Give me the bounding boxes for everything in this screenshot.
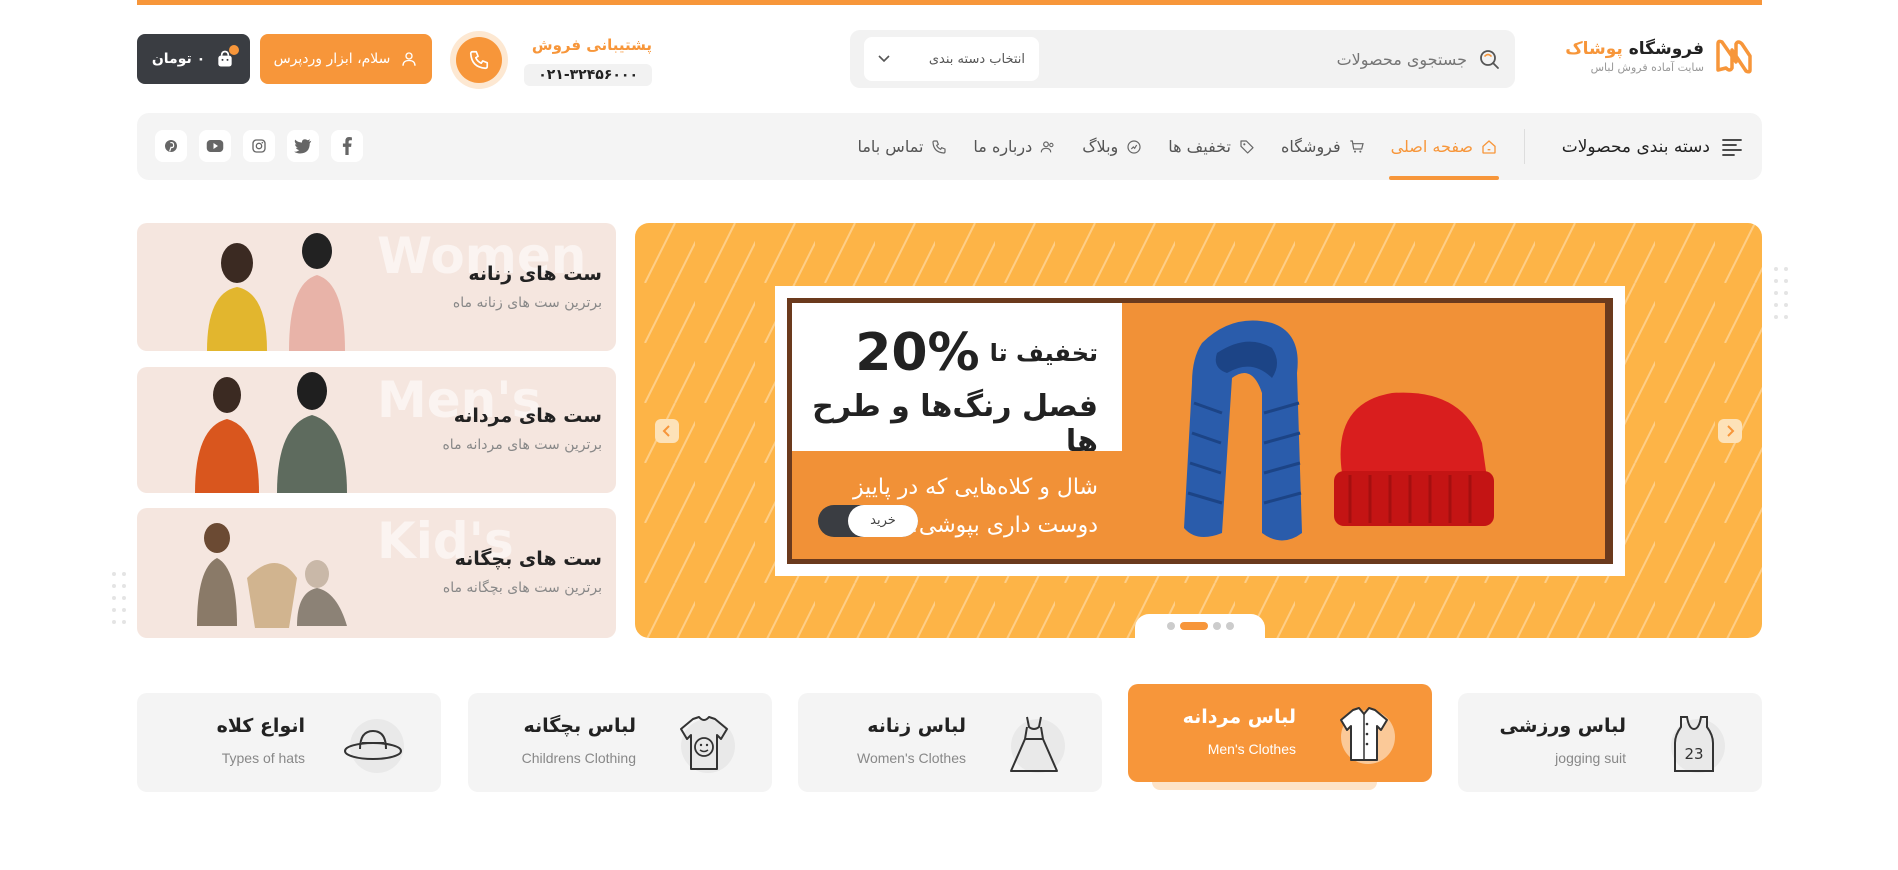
chevron-right-icon bbox=[1727, 425, 1735, 437]
tank-top-icon: 23 bbox=[1674, 716, 1714, 772]
main-menu: صفحه اصلی فروشگاه تخفیف ها وبلاگ درباره … bbox=[857, 113, 1500, 180]
nav-divider bbox=[1524, 129, 1525, 164]
users-icon bbox=[1040, 140, 1054, 152]
support-phone[interactable]: ۰۲۱-۳۲۴۵۶۰۰۰ bbox=[524, 64, 652, 86]
instagram-icon[interactable] bbox=[243, 130, 275, 162]
pinterest-icon[interactable] bbox=[155, 130, 187, 162]
slider-dot[interactable] bbox=[1212, 622, 1221, 630]
decorative-dots bbox=[112, 572, 126, 624]
category-sportswear[interactable]: 23 لباس ورزشی jogging suit bbox=[1458, 693, 1762, 792]
main-navigation: دسته بندی محصولات صفحه اصلی فروشگاه تخفی… bbox=[137, 113, 1762, 180]
discount-line: تخفیف تا 20% bbox=[855, 323, 1098, 383]
login-button[interactable]: سلام، ابزار وردپرس bbox=[260, 34, 432, 84]
scarf-and-hat-illustration bbox=[1184, 320, 1494, 541]
cart-count-badge bbox=[229, 45, 240, 55]
buy-button[interactable]: خرید bbox=[818, 505, 918, 537]
search-input[interactable] bbox=[1047, 49, 1467, 69]
facebook-icon[interactable] bbox=[331, 130, 363, 162]
menu-item-shop[interactable]: فروشگاه bbox=[1281, 113, 1365, 180]
slider-pagination bbox=[1135, 614, 1265, 638]
dress-icon bbox=[1010, 716, 1058, 772]
menu-icon bbox=[1722, 138, 1742, 156]
logo-mark-icon bbox=[1716, 39, 1752, 74]
logo-subtitle: سایت آماده فروش لباس bbox=[1590, 60, 1704, 74]
phone-icon bbox=[932, 139, 947, 154]
home-icon bbox=[1482, 139, 1496, 154]
side-card-men[interactable]: Men's ست های مردانه برترین ست های مردانه… bbox=[137, 367, 616, 493]
category-mens[interactable]: لباس مردانه Men's Clothes bbox=[1128, 684, 1432, 782]
slider-next-button[interactable] bbox=[1718, 419, 1742, 443]
menu-item-about[interactable]: درباره ما bbox=[973, 113, 1056, 180]
hero-slider[interactable]: تخفیف تا 20% فصل رنگ‌ها و طرح ها شال و ک… bbox=[635, 223, 1762, 638]
category-hats[interactable]: انواع کلاه Types of hats bbox=[137, 693, 441, 792]
promo-banner: تخفیف تا 20% فصل رنگ‌ها و طرح ها شال و ک… bbox=[775, 286, 1625, 576]
social-links bbox=[155, 130, 363, 162]
search-icon[interactable] bbox=[1477, 47, 1501, 71]
promo-line-1: شال و کلاه‌هایی که در پاییز bbox=[852, 475, 1098, 500]
slider-prev-button[interactable] bbox=[655, 419, 679, 443]
kids-tshirt-icon bbox=[680, 716, 728, 770]
slider-dot[interactable] bbox=[1225, 622, 1234, 630]
menu-item-contact[interactable]: تماس باما bbox=[857, 113, 947, 180]
banner-product-image bbox=[1122, 303, 1608, 559]
site-header: فروشگاه پوشاک سایت آماده فروش لباس انتخا… bbox=[137, 28, 1762, 90]
slider-dot-active[interactable] bbox=[1179, 622, 1208, 630]
menu-item-home[interactable]: صفحه اصلی bbox=[1388, 113, 1500, 180]
category-select[interactable]: انتخاب دسته بندی bbox=[864, 37, 1039, 81]
hat-icon bbox=[344, 729, 402, 760]
tag-icon bbox=[1240, 139, 1254, 154]
chevron-left-icon bbox=[662, 425, 670, 437]
slider-dot[interactable] bbox=[1166, 622, 1175, 630]
chevron-down-icon bbox=[878, 55, 890, 63]
categories-menu-button[interactable]: دسته بندی محصولات bbox=[1562, 113, 1742, 180]
men-models-image bbox=[195, 372, 347, 493]
youtube-icon[interactable] bbox=[199, 130, 231, 162]
side-card-women[interactable]: Women ست های زنانه برترین ست های زنانه م… bbox=[137, 223, 616, 351]
menu-item-discounts[interactable]: تخفیف ها bbox=[1168, 113, 1255, 180]
active-card-shadow bbox=[1152, 782, 1377, 790]
site-logo[interactable]: فروشگاه پوشاک سایت آماده فروش لباس bbox=[1565, 36, 1754, 76]
phone-icon bbox=[469, 50, 489, 70]
women-models-image bbox=[207, 233, 345, 351]
search-box: انتخاب دسته بندی bbox=[850, 30, 1515, 88]
menu-item-blog[interactable]: وبلاگ bbox=[1082, 113, 1142, 180]
discount-value: 20% bbox=[855, 323, 980, 383]
kids-models-image bbox=[197, 523, 347, 628]
logo-title: فروشگاه پوشاک bbox=[1565, 38, 1704, 59]
cart-button[interactable]: ۰ تومان bbox=[137, 34, 250, 84]
twitter-icon[interactable] bbox=[287, 130, 319, 162]
side-card-kids[interactable]: Kid's ست های بچگانه برترین ست های بچگانه… bbox=[137, 508, 616, 638]
sales-support[interactable]: پشتیبانی فروش ۰۲۱-۳۲۴۵۶۰۰۰ bbox=[450, 30, 652, 90]
top-accent-bar bbox=[137, 0, 1762, 5]
category-womens[interactable]: لباس زنانه Women's Clothes bbox=[798, 693, 1102, 792]
cart-icon bbox=[1349, 139, 1364, 153]
support-title: پشتیبانی فروش bbox=[531, 36, 652, 54]
blog-icon bbox=[1127, 139, 1141, 154]
category-kids[interactable]: لباس بچگانه Childrens Clothing bbox=[468, 693, 772, 792]
user-icon bbox=[402, 52, 417, 66]
shirt-icon bbox=[1340, 707, 1388, 761]
season-title: فصل رنگ‌ها و طرح ها bbox=[812, 389, 1098, 459]
decorative-dots bbox=[1774, 267, 1788, 319]
svg-text:23: 23 bbox=[1684, 745, 1703, 763]
